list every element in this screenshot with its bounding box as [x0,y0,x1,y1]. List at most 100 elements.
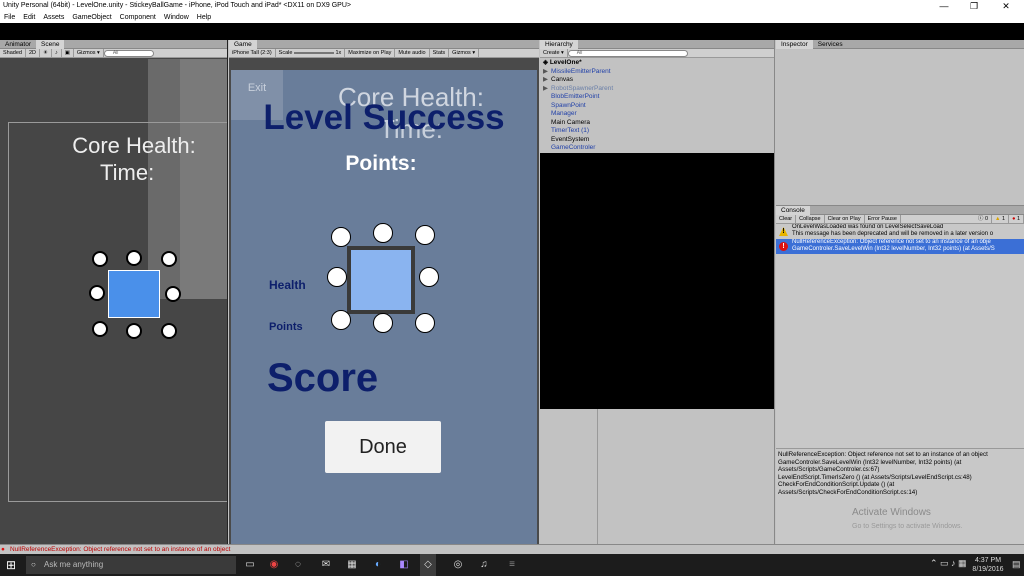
hierarchy-item-label: BlobEmitterPoint [551,93,600,100]
mail-icon[interactable]: ✉ [318,557,334,573]
scene-toolbar: Shaded 2D ☀ ♪ ▣ Gizmos ▾ All [0,49,227,58]
windows-taskbar: ⊞ ○ Ask me anything ▭ ◉ ◌ ✉ ▦ ◐ ◧ ◇ ◎ ♫ … [0,554,1024,576]
edge-icon[interactable]: ◐ [370,557,386,573]
console-entry-error[interactable]: ! NullReferenceException: Object referen… [776,239,1024,254]
app-icon[interactable]: ◎ [450,557,466,573]
scale-slider[interactable] [293,51,334,54]
ui-circle [331,227,351,247]
scene-handle[interactable] [126,250,142,266]
scene-handle[interactable] [161,251,177,267]
aspect-dropdown[interactable]: iPhone Tall (2:3) [229,49,276,57]
hierarchy-item[interactable]: EventSystem [543,136,774,145]
menu-file[interactable]: File [0,12,19,23]
hierarchy-item[interactable]: Main Camera [543,119,774,128]
task-view-icon[interactable]: ▭ [242,557,258,573]
visual-studio-icon[interactable]: ◧ [396,557,412,573]
tab-scene[interactable]: Scene [36,40,65,49]
clear-button[interactable]: Clear [776,215,797,223]
scene-handle[interactable] [89,285,105,301]
effects-icon[interactable]: ▣ [62,49,74,57]
hierarchy-item[interactable]: ▶ MissileEmitterParent [543,68,774,77]
scene-search-input[interactable]: All [103,50,154,57]
tab-inspector[interactable]: Inspector [776,40,813,49]
hierarchy-item[interactable]: ▶ Canvas [543,76,774,85]
minimize-button[interactable]: — [930,0,958,12]
shading-mode-dropdown[interactable]: Shaded [0,49,26,57]
console-entry-warning[interactable]: ! OnLevelWasLoaded was found on LevelSel… [776,224,1024,239]
calculator-icon[interactable]: ▦ [344,557,360,573]
maximize-on-play-toggle[interactable]: Maximize on Play [345,49,396,57]
tab-services[interactable]: Services [813,40,848,49]
audio-icon[interactable]: ♪ [52,49,62,57]
stats-toggle[interactable]: Stats [430,49,450,57]
windows-start-icon[interactable]: ⊞ [6,559,18,571]
ui-circle [373,223,393,243]
menu-bar: File Edit Assets GameObject Component Window H… [0,12,1024,23]
tab-game[interactable]: Game [229,40,257,49]
done-button[interactable]: Done [325,421,441,473]
clear-on-play-button[interactable]: Clear on Play [825,215,865,223]
cortana-search-box[interactable]: ○ Ask me anything [26,556,236,574]
hierarchy-item[interactable]: ▶ RobotSpawnerParent [543,85,774,94]
console-detail: NullReferenceException: Object reference… [776,448,1024,544]
selected-sprite[interactable] [108,270,160,318]
hierarchy-item[interactable]: Manager [543,110,774,119]
menu-assets[interactable]: Assets [39,12,68,23]
hierarchy-item[interactable]: SpawnPoint [543,102,774,111]
scene-handle[interactable] [165,286,181,302]
status-bar[interactable]: ● NullReferenceException: Object referen… [0,544,1024,554]
tab-console[interactable]: Console [776,206,810,215]
menu-component[interactable]: Component [116,12,160,23]
scene-gizmos-dropdown[interactable]: Gizmos ▾ [74,49,104,57]
menu-gameobject[interactable]: GameObject [68,12,115,23]
unity-icon[interactable]: ◇ [420,554,436,576]
expand-arrow-icon[interactable]: ▶ [543,76,551,85]
menu-window[interactable]: Window [160,12,193,23]
steam-icon[interactable]: ◌ [290,557,306,573]
score-text: Score [267,356,379,400]
collapse-button[interactable]: Collapse [796,215,825,223]
error-count-toggle[interactable]: ● 1 [1009,215,1024,223]
light-icon[interactable]: ☀ [40,49,52,57]
hierarchy-item[interactable]: GameControler [543,144,774,153]
create-dropdown[interactable]: Create ▾ [540,49,568,57]
scene-icon: ◈ [543,59,550,66]
warning-icon: ! [779,227,788,236]
activation-watermark-subtitle: Go to Settings to activate Windows. [852,523,963,530]
clock[interactable]: 4:37 PM 8/19/2016 [968,556,1008,574]
tab-hierarchy[interactable]: Hierarchy [540,40,578,49]
error-pause-button[interactable]: Error Pause [865,215,901,223]
hierarchy-search-input[interactable]: All [567,50,688,57]
notifications-icon[interactable]: ▤ [1012,559,1021,570]
info-count-toggle[interactable]: ⓘ 0 [975,215,993,223]
itunes-icon[interactable]: ♫ [476,557,492,573]
ui-circle [415,313,435,333]
game-tabbar: Game [229,40,539,49]
close-button[interactable]: ✕ [992,0,1020,12]
2d-toggle[interactable]: 2D [26,49,40,57]
scene-root[interactable]: ◈ LevelOne* [543,59,774,68]
scene-handle[interactable] [161,323,177,339]
warning-count-toggle[interactable]: ▲ 1 [992,215,1010,223]
hierarchy-item[interactable]: TimerText (1) [543,127,774,136]
maximize-button[interactable]: ❐ [960,0,988,12]
tray-icons[interactable]: ⌃ ▭ ♪ ▦ [930,558,967,569]
scene-handle[interactable] [126,323,142,339]
scene-handle[interactable] [92,321,108,337]
expand-arrow-icon[interactable]: ▶ [543,85,551,94]
menu-help[interactable]: Help [193,12,215,23]
app-icon[interactable]: ≡ [504,557,520,573]
mute-audio-toggle[interactable]: Mute audio [395,49,430,57]
scene-handle[interactable] [92,251,108,267]
expand-arrow-icon[interactable]: ▶ [543,68,551,77]
info-icon: ⓘ [977,216,984,222]
window-title: Unity Personal (64bit) - LevelOne.unity … [3,2,351,9]
hierarchy-item[interactable]: BlobEmitterPoint [543,93,774,102]
error-icon: ● [1012,216,1016,222]
menu-edit[interactable]: Edit [19,12,39,23]
game-gizmos-dropdown[interactable]: Gizmos ▾ [449,49,480,57]
title-bar: Unity Personal (64bit) - LevelOne.unity … [0,0,1024,12]
tab-animator[interactable]: Animator [0,40,36,49]
chrome-icon[interactable]: ◉ [266,557,282,573]
scene-core-health-text: Core Health: [72,133,196,158]
